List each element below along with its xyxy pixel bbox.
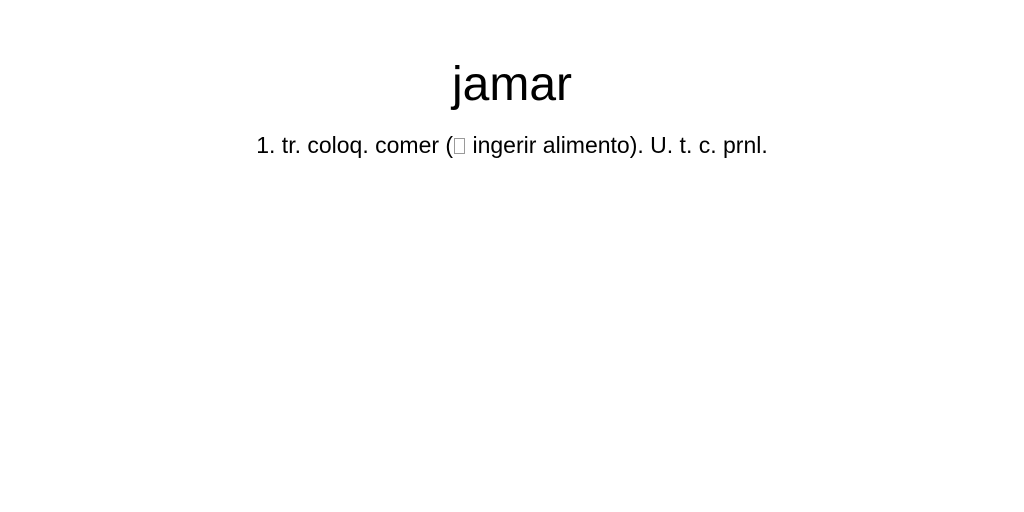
dictionary-entry-page: jamar 1. tr. coloq. comer ( ingerir alim…	[0, 0, 1024, 512]
entry-definition: 1. tr. coloq. comer ( ingerir alimento).…	[0, 131, 1024, 159]
missing-glyph-icon	[454, 138, 466, 154]
definition-text-after: ingerir alimento). U. t. c. prnl.	[466, 132, 768, 158]
entry-headword: jamar	[451, 58, 573, 111]
definition-text-before: 1. tr. coloq. comer (	[256, 132, 454, 158]
